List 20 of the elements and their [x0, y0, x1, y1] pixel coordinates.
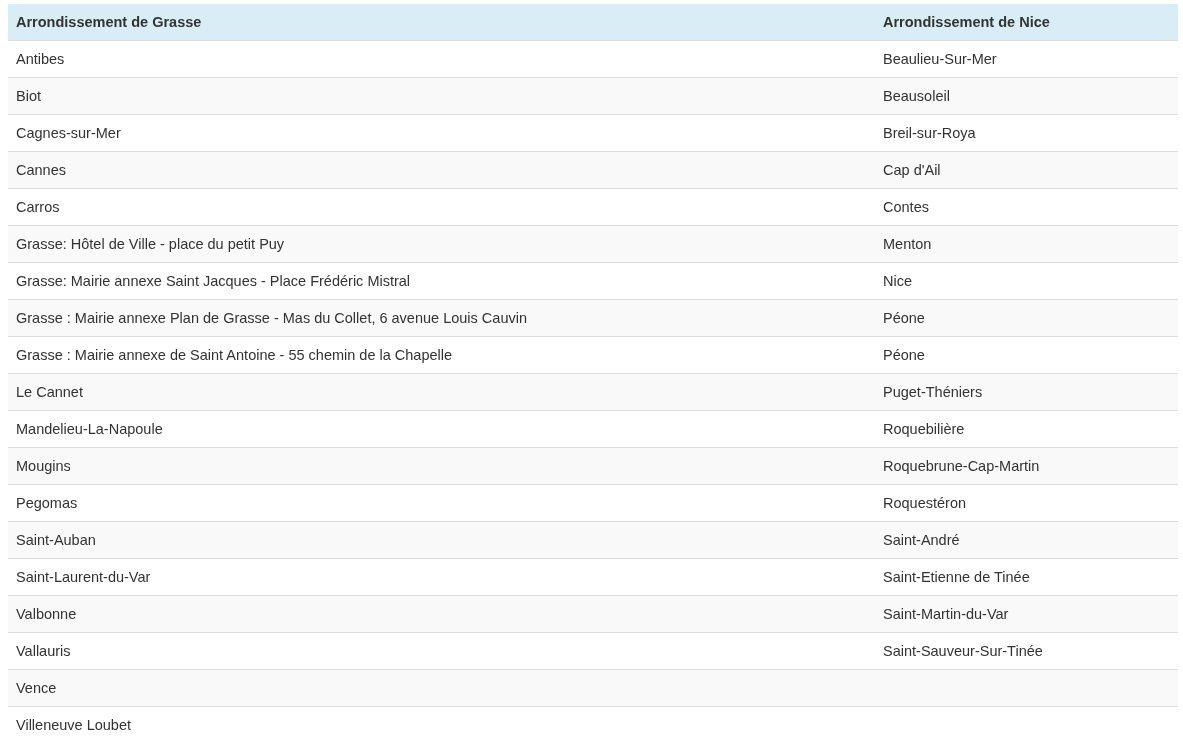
table-cell: Cap d'Ail: [875, 151, 1178, 189]
table-cell: Péone: [875, 299, 1178, 337]
table-cell: Biot: [8, 77, 875, 115]
table-cell: Menton: [875, 225, 1178, 263]
table-cell: Valbonne: [8, 595, 875, 633]
table-cell: Vence: [8, 669, 875, 707]
table-cell: Roquebrune-Cap-Martin: [875, 447, 1178, 485]
table-cell: Saint-Martin-du-Var: [875, 595, 1178, 633]
table-cell: Grasse : Mairie annexe Plan de Grasse - Mas du Collet, 6 avenue Louis Cauvin: [8, 299, 875, 337]
table-cell: Saint-André: [875, 521, 1178, 559]
table-cell: Mougins: [8, 447, 875, 485]
table-cell: Villeneuve Loubet: [8, 706, 875, 739]
table-cell: Saint-Auban: [8, 521, 875, 559]
column-header: Arrondissement de Nice: [875, 4, 1178, 41]
table-cell: Beausoleil: [875, 77, 1178, 115]
table-cell: Le Cannet: [8, 373, 875, 411]
table-cell: Grasse: Hôtel de Ville - place du petit Puy: [8, 225, 875, 263]
table-cell: Cannes: [8, 151, 875, 189]
table-cell: Puget-Théniers: [875, 373, 1178, 411]
column-header: Arrondissement de Grasse: [8, 4, 875, 41]
